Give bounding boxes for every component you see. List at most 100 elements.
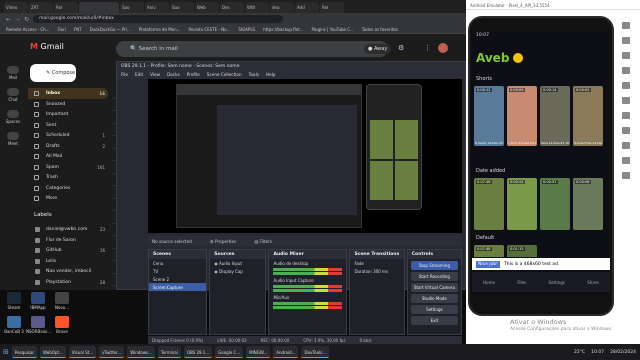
taskbar-item[interactable]: MINGW... [246, 346, 271, 358]
control-button[interactable]: Settings [410, 305, 458, 314]
browser-tab[interactable]: WW [245, 2, 269, 13]
browser-tab[interactable]: Web [195, 2, 219, 13]
bookmark-link[interactable]: Remote Access - Ch... [6, 27, 50, 32]
test-ad-banner[interactable]: Nice job! This is a 468x60 test ad. [472, 258, 610, 270]
label-item[interactable]: Flor de Saron [28, 235, 108, 246]
compose-button[interactable]: ✎ Compose [30, 64, 76, 82]
scene-item[interactable]: Scene 2 [149, 275, 206, 283]
account-avatar[interactable] [438, 43, 448, 53]
bookmark-link[interactable]: Fiori [58, 27, 66, 32]
control-button[interactable]: Start Virtual Camera [410, 283, 458, 292]
bottom-nav-settings[interactable]: Settings [548, 280, 564, 285]
control-button[interactable]: Stop Streaming [410, 261, 458, 270]
taskbar-item[interactable]: Terminal [157, 346, 181, 358]
nav-item[interactable]: Scheduled 1 [28, 130, 108, 141]
obs-menu-item[interactable]: View [150, 72, 160, 78]
label-item[interactable]: daniel@vwbn.com 23 [28, 224, 108, 235]
taskbar-item[interactable]: Pesquisar [11, 346, 38, 358]
control-button[interactable]: Start Recording [410, 272, 458, 281]
video-thumb[interactable]: 0:07:48 [474, 245, 504, 257]
weather[interactable]: 22°C [574, 350, 585, 355]
taskbar-item[interactable]: DevTools... [301, 346, 330, 358]
desktop-icon[interactable]: Brave [50, 316, 74, 334]
browser-tab[interactable]: Sao [170, 2, 194, 13]
transition-select[interactable]: Fade [350, 259, 403, 267]
bookmark-link[interactable]: DuckDuckGo — Pri... [90, 27, 131, 32]
desktop-icon[interactable]: IBMApp [26, 292, 50, 310]
bottom-nav-share[interactable]: Share [587, 280, 599, 285]
label-item[interactable]: GitHub 16 [28, 245, 108, 256]
obs-menu-item[interactable]: Profile [187, 72, 200, 78]
video-thumb[interactable]: 0:01:15 [507, 245, 537, 257]
taskbar-item[interactable]: Windows... [127, 346, 155, 358]
bookmark-link[interactable]: Plataforma de Mon... [139, 27, 181, 32]
taskbar-item[interactable]: Google C... [215, 346, 244, 358]
back-icon[interactable]: ← [6, 16, 11, 23]
control-button[interactable]: Studio Mode [410, 294, 458, 303]
label-item[interactable]: Nao vender, imbecil [28, 266, 108, 277]
reload-icon[interactable]: ↻ [24, 16, 29, 23]
nav-item[interactable]: Important [28, 109, 108, 120]
browser-tab[interactable]: Rel [54, 2, 78, 13]
desktop-icon[interactable]: BanCoB 3 [2, 316, 26, 334]
browser-tab[interactable]: Add [295, 2, 319, 13]
label-item[interactable]: Playstation 28 [28, 277, 108, 288]
nav-item[interactable]: Categories [28, 183, 108, 194]
desktop-icon[interactable]: Novo... [50, 292, 74, 310]
back-nav-icon[interactable] [622, 127, 630, 134]
scene-item[interactable]: TV [149, 267, 206, 275]
bottom-nav-home[interactable]: Home [483, 280, 495, 285]
obs-menu-item[interactable]: Edit [135, 72, 143, 78]
more-icon[interactable] [622, 172, 630, 179]
properties-button[interactable]: ⚙ Properties [210, 239, 236, 244]
date[interactable]: 28/02/2024 [610, 350, 636, 355]
nav-item[interactable]: Spam 161 [28, 162, 108, 173]
power-icon[interactable] [622, 22, 630, 29]
apps-grid-icon[interactable]: ⋮ [424, 44, 431, 52]
source-item[interactable]: ◉ Audio Input [210, 259, 265, 267]
browser-tab[interactable]: Rel [320, 2, 344, 13]
desktop-icon[interactable]: NSORBaixi... [26, 316, 51, 334]
browser-tab[interactable]: Aniv [145, 2, 169, 13]
obs-menu-item[interactable]: File [121, 72, 128, 78]
gmail-logo[interactable]: M Gmail [30, 42, 64, 51]
desktop-icon[interactable]: Steam [2, 292, 26, 310]
video-thumb[interactable]: 0:00:56 [573, 178, 603, 230]
nav-item[interactable]: All Mail [28, 151, 108, 162]
rail-item-spaces[interactable]: Spaces [0, 110, 26, 124]
settings-gear-icon[interactable]: ⚙ [398, 44, 404, 52]
taskbar-item[interactable]: WebOpt... [40, 346, 66, 358]
rotate-right-icon[interactable] [622, 82, 630, 89]
obs-menu-item[interactable]: Docks [167, 72, 180, 78]
clock[interactable]: 10:07 [591, 350, 604, 355]
overview-icon[interactable] [622, 157, 630, 164]
label-item[interactable]: Lelis [28, 256, 108, 267]
nav-item[interactable]: Snoozed [28, 99, 108, 110]
browser-tab[interactable]: dea [270, 2, 294, 13]
nav-item[interactable]: Trash [28, 172, 108, 183]
video-thumb[interactable]: 0:00:57 [540, 178, 570, 230]
video-thumb[interactable]: 0:00:24 [507, 178, 537, 230]
video-thumb[interactable]: 0:07:48 [474, 178, 504, 230]
rail-item-meet[interactable]: Meet [0, 132, 26, 146]
start-icon[interactable]: ⊞ [3, 348, 9, 356]
zoom-icon[interactable] [622, 112, 630, 119]
rotate-left-icon[interactable] [622, 67, 630, 74]
address-bar[interactable]: mail.google.com/mail/u/0/#inbox [33, 15, 284, 23]
nav-item[interactable]: More [28, 193, 108, 204]
browser-tab[interactable] [79, 2, 119, 13]
volume-down-icon[interactable] [622, 52, 630, 59]
mail-search-input[interactable]: 🔍 Search in mail [116, 41, 388, 57]
volume-slider[interactable] [273, 289, 343, 292]
source-item[interactable]: ◉ Display Cap [210, 267, 265, 275]
browser-tab[interactable]: Vídeo [4, 2, 28, 13]
bookmark-link[interactable]: Revista CESTE - No... [188, 27, 230, 32]
duration-row[interactable]: Duration 300 ms [350, 267, 403, 275]
taskbar-item[interactable]: vTwitter... [99, 346, 125, 358]
bookmark-link[interactable]: https://backup.flet... [263, 27, 303, 32]
forward-icon[interactable]: → [15, 16, 20, 23]
video-thumb[interactable]: 0:00:12 It really 14-Dez-23 16:35:05 [474, 86, 504, 146]
filters-button[interactable]: ▤ Filters [254, 239, 272, 244]
taskbar-item[interactable]: OBS 29.1... [183, 346, 213, 358]
bookmark-link[interactable]: FNT [74, 27, 82, 32]
